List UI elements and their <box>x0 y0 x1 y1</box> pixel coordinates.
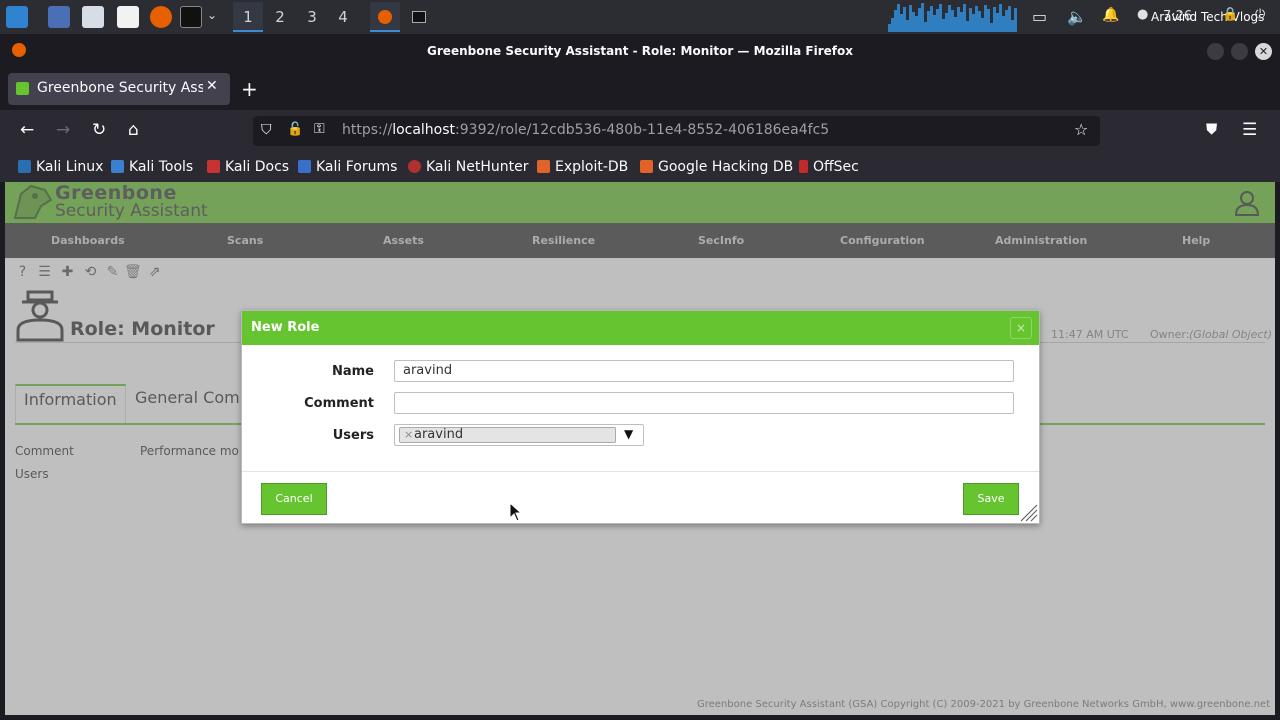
star-icon[interactable]: ☆ <box>1074 120 1088 139</box>
kali-dragon-icon <box>18 160 31 173</box>
comment-input[interactable] <box>394 392 1014 414</box>
kali-tools-icon <box>111 160 124 173</box>
bell-icon[interactable]: 🔔 <box>1102 7 1119 23</box>
bookmark-kali-forums[interactable]: Kali Forums <box>298 157 397 177</box>
url-prefix: https:// <box>342 122 393 138</box>
files-icon[interactable] <box>82 6 104 28</box>
bookmark-label: Kali Linux <box>36 159 104 175</box>
hamburger-menu-icon[interactable]: ☰ <box>1242 120 1257 140</box>
home-icon[interactable]: ⌂ <box>128 120 139 140</box>
window-title: Greenbone Security Assistant - Role: Mon… <box>0 34 1280 68</box>
url-host: localhost <box>392 122 456 138</box>
user-chip-label: aravind <box>414 427 464 442</box>
workspace-3[interactable]: 3 <box>297 2 327 32</box>
bookmark-label: Kali Forums <box>316 159 398 175</box>
bookmark-kali-nethunter[interactable]: Kali NetHunter <box>408 157 528 177</box>
dialog-footer-divider <box>242 471 1039 472</box>
users-multiselect[interactable]: × aravind ▼ <box>394 424 644 446</box>
firefox-logo-icon <box>12 43 26 57</box>
cpu-graph-bar <box>1014 8 1017 32</box>
key-icon[interactable]: ⚿ <box>314 121 325 137</box>
name-label: Name <box>331 364 374 379</box>
users-label: Users <box>332 428 374 443</box>
comment-label: Comment <box>304 396 374 411</box>
kali-forums-icon <box>298 160 311 173</box>
maximize-button[interactable] <box>1231 43 1248 60</box>
close-tab-icon[interactable]: ✕ <box>206 78 218 94</box>
save-button[interactable]: Save <box>963 483 1019 515</box>
bookmark-label: Kali NetHunter <box>426 159 529 175</box>
name-input[interactable]: aravind <box>394 360 1014 382</box>
firefox-icon[interactable] <box>150 6 172 28</box>
bookmarks-bar: Kali Linux Kali Tools Kali Docs Kali For… <box>0 152 1280 182</box>
lock-insecure-icon[interactable]: 🔓 <box>287 122 303 137</box>
user-name: Aravind Tech Vlogs <box>1151 10 1265 24</box>
user-chip: × aravind <box>399 427 616 443</box>
new-tab-button[interactable]: + <box>241 77 258 101</box>
kali-docs-icon <box>207 160 220 173</box>
dialog-title-text: New Role <box>251 320 320 335</box>
terminal-window-button[interactable] <box>404 2 434 32</box>
tab-title: Greenbone Security Assistant <box>37 80 203 96</box>
mouse-cursor-icon <box>509 502 523 522</box>
bookmark-label: Google Hacking DB <box>658 159 794 175</box>
name-input-value: aravind <box>403 363 453 378</box>
firefox-window-button[interactable] <box>370 2 400 32</box>
bookmark-label: OffSec <box>813 159 859 175</box>
browser-tab[interactable]: Greenbone Security Assistant ✕ <box>8 73 230 105</box>
reload-icon[interactable]: ↻ <box>92 120 106 140</box>
remove-user-icon[interactable]: × <box>404 428 413 442</box>
power-icon[interactable]: ⏻ <box>1255 7 1265 22</box>
ghdb-icon <box>640 160 653 173</box>
nethunter-icon <box>408 160 421 173</box>
resize-handle-icon[interactable] <box>1018 504 1038 522</box>
dropdown-arrow-icon[interactable]: ▼ <box>624 427 633 441</box>
dialog-title: New Role <box>242 311 1039 345</box>
display-icon[interactable]: ▭ <box>1032 7 1047 26</box>
desktop-icon[interactable] <box>48 6 70 28</box>
chevron-down-icon[interactable]: ⌄ <box>207 8 217 22</box>
taskbar: ⌄ 1 2 3 4 ▭ 🔈 🔔 ● 7:26 Aravind Tech Vlog… <box>0 0 1280 34</box>
greenbone-favicon-icon <box>16 82 29 95</box>
forward-icon[interactable]: → <box>56 120 70 140</box>
offsec-icon <box>799 160 808 173</box>
dialog-close-button[interactable]: × <box>1010 317 1032 339</box>
lock-icon[interactable]: 🔒 <box>1222 7 1238 22</box>
cancel-button[interactable]: Cancel <box>261 483 327 515</box>
terminal-icon[interactable] <box>180 6 202 28</box>
shield-icon[interactable]: ⛉ <box>261 122 272 138</box>
url-bar[interactable]: ⛉ 🔓 ⚿ https://localhost:9392/role/12cdb5… <box>253 116 1100 146</box>
bookmark-offsec[interactable]: OffSec <box>799 157 859 177</box>
close-window-button[interactable]: ✕ <box>1255 43 1272 60</box>
bookmark-label: Kali Docs <box>225 159 290 175</box>
minimize-button[interactable] <box>1207 43 1224 60</box>
workspace-4[interactable]: 4 <box>328 2 358 32</box>
workspace-2[interactable]: 2 <box>265 2 295 32</box>
pocket-icon[interactable]: ⛊ <box>1206 120 1217 138</box>
cpu-graph <box>888 3 1022 32</box>
bookmark-kali-tools[interactable]: Kali Tools <box>111 157 193 177</box>
url-text[interactable]: https://localhost:9392/role/12cdb536-480… <box>342 122 829 138</box>
bookmark-kali-linux[interactable]: Kali Linux <box>18 157 103 177</box>
exploit-db-icon <box>537 160 550 173</box>
new-role-dialog: New Role × Name aravind Comment Users × … <box>241 310 1040 524</box>
bookmark-label: Exploit-DB <box>555 159 629 175</box>
kali-menu-icon[interactable] <box>6 6 28 28</box>
user-icon[interactable]: ● <box>1137 7 1148 22</box>
bookmark-label: Kali Tools <box>129 159 194 175</box>
text-editor-icon[interactable] <box>117 6 139 28</box>
volume-icon[interactable]: 🔈 <box>1067 7 1087 26</box>
bookmark-google-hacking-db[interactable]: Google Hacking DB <box>640 157 793 177</box>
bookmark-exploit-db[interactable]: Exploit-DB <box>537 157 628 177</box>
workspace-1[interactable]: 1 <box>233 2 263 32</box>
back-icon[interactable]: ← <box>20 120 34 140</box>
bookmark-kali-docs[interactable]: Kali Docs <box>207 157 289 177</box>
url-path: :9392/role/12cdb536-480b-11e4-8552-40618… <box>455 122 830 138</box>
